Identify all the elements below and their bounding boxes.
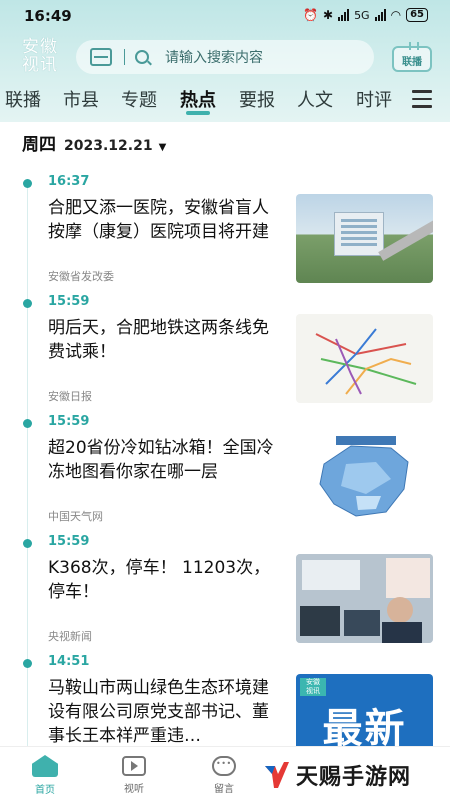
caret-down-icon: ▼ [158, 142, 167, 153]
news-thumbnail[interactable]: 安徽 视讯 最新 [296, 674, 433, 746]
home-icon [32, 755, 58, 777]
thumb-badge: 安徽 视讯 [300, 678, 326, 696]
status-time: 16:49 [24, 7, 72, 25]
status-bar: 16:49 ⏰ ✱ 5G ◠ 65 [0, 0, 450, 32]
news-item[interactable]: 15:59 超20省份冷如钻冰箱！全国冷冻地图看你家在哪一层 中国天气网 [0, 400, 450, 523]
news-thumbnail[interactable] [296, 194, 433, 283]
news-time: 16:37 [48, 174, 90, 189]
news-title[interactable]: 明后天，合肥地铁这两条线免费试乘！ [48, 316, 284, 364]
nav-video[interactable]: 视听 [104, 755, 164, 795]
search-icon [135, 50, 149, 64]
wifi-icon: ◠ [390, 8, 402, 22]
news-title[interactable]: 超20省份冷如钻冰箱！全国冷冻地图看你家在哪一层 [48, 436, 284, 484]
news-item[interactable]: 14:51 马鞍山市两山绿色生态环境建设有限公司原党支部书记、董事长王本祥严重违… [0, 640, 450, 746]
tab-renwen[interactable]: 人文 [297, 86, 333, 112]
video-icon [122, 756, 146, 776]
battery-icon: 65 [406, 8, 428, 22]
timeline-dot [23, 419, 32, 428]
nav-message[interactable]: 留言 [194, 755, 254, 795]
news-time: 15:59 [48, 294, 90, 309]
search-bar[interactable]: 请输入搜索内容 [76, 40, 374, 74]
alarm-icon: ⏰ [303, 8, 318, 22]
nav-message-label: 留言 [214, 784, 234, 795]
news-thumbnail[interactable] [296, 434, 433, 523]
status-icons: ⏰ ✱ 5G ◠ 65 [303, 8, 428, 22]
timeline-dot [23, 659, 32, 668]
tab-shixian[interactable]: 市县 [63, 86, 99, 112]
news-feed: 16:37 合肥又添一医院，安徽省盲人按摩（康复）医院项目将开建 安徽省发改委 … [0, 160, 450, 746]
logo-line-1: 安徽 [22, 37, 58, 57]
tab-redian[interactable]: 热点 [180, 86, 216, 115]
tv-live-button[interactable]: 联播 [390, 40, 434, 74]
news-title[interactable]: 马鞍山市两山绿色生态环境建设有限公司原党支部书记、董事长王本祥严重违… [48, 676, 284, 746]
signal-icon [338, 9, 350, 21]
timeline-dot [23, 299, 32, 308]
tab-lianbo[interactable]: 联播 [5, 86, 41, 112]
nav-home-label: 首页 [35, 785, 55, 796]
timeline-dot [23, 539, 32, 548]
app-header: 16:49 ⏰ ✱ 5G ◠ 65 安徽 视讯 请输入搜索内容 联播 联播 市县 [0, 0, 450, 122]
tab-yaobao[interactable]: 要报 [239, 86, 275, 112]
tab-zhuanti[interactable]: 专题 [121, 86, 157, 112]
message-icon [212, 756, 236, 776]
news-thumbnail[interactable] [296, 314, 433, 403]
news-item[interactable]: 15:59 K368次，停车！ 11203次，停车！ 央视新闻 [0, 520, 450, 643]
nav-home[interactable]: 首页 [15, 755, 75, 796]
signal-icon-2 [374, 9, 386, 21]
tv-label: 联播 [402, 57, 422, 68]
news-item[interactable]: 15:59 明后天，合肥地铁这两条线免费试乘！ 安徽日报 [0, 280, 450, 403]
news-time: 15:59 [48, 534, 90, 549]
news-time: 15:59 [48, 414, 90, 429]
nav-video-label: 视听 [124, 784, 144, 795]
search-input[interactable]: 请输入搜索内容 [165, 47, 263, 67]
news-item[interactable]: 16:37 合肥又添一医院，安徽省盲人按摩（康复）医院项目将开建 安徽省发改委 [0, 160, 450, 283]
logo-line-2: 视讯 [22, 55, 58, 75]
category-tabs: 联播 市县 专题 热点 要报 人文 时评 [0, 84, 450, 118]
weekday-label: 周四 [22, 135, 56, 155]
search-divider [124, 49, 125, 65]
thumb-headline: 最新 [322, 706, 407, 746]
scan-icon[interactable] [90, 48, 112, 66]
bluetooth-icon: ✱ [323, 8, 334, 22]
watermark-text: 天赐手游网 [296, 765, 412, 790]
timeline-dot [23, 179, 32, 188]
app-logo: 安徽 视讯 [16, 38, 64, 74]
watermark-logo-icon [265, 762, 289, 788]
menu-icon[interactable] [412, 90, 432, 108]
tab-shiping[interactable]: 时评 [356, 86, 392, 112]
news-title[interactable]: 合肥又添一医院，安徽省盲人按摩（康复）医院项目将开建 [48, 196, 284, 244]
network-type: 5G [354, 8, 370, 22]
news-thumbnail[interactable] [296, 554, 433, 643]
watermark: 天赐手游网 [262, 758, 411, 792]
date-selector[interactable]: 周四 2023.12.21 ▼ [22, 130, 166, 155]
date-label: 2023.12.21 [64, 138, 153, 154]
news-time: 14:51 [48, 654, 90, 669]
news-title[interactable]: K368次，停车！ 11203次，停车！ [48, 556, 284, 604]
